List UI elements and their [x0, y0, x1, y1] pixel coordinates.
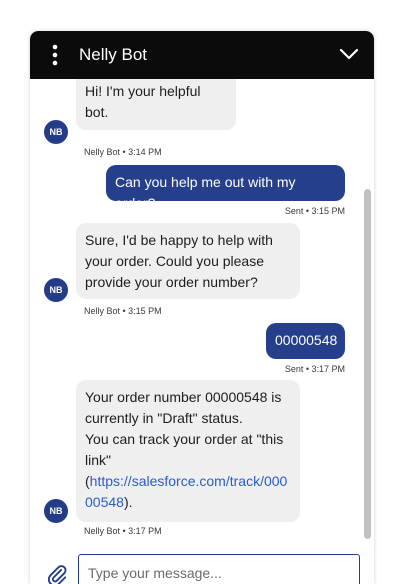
- vertical-dots-icon[interactable]: [46, 43, 64, 67]
- link-suffix: ).: [123, 494, 133, 510]
- tracking-link-cont[interactable]: 00548: [85, 494, 124, 510]
- message-text: 00000548: [275, 332, 338, 348]
- composer: [30, 541, 374, 584]
- message-text: Can you help me out with my order?: [115, 174, 296, 211]
- scrollbar-thumb[interactable]: [364, 189, 371, 539]
- bot-avatar: NB: [44, 278, 68, 302]
- bot-message: Sure, I'd be happy to help with your ord…: [76, 223, 300, 299]
- message-line: Your order number 00000548 is: [85, 389, 282, 405]
- chat-window: Nelly Bot Hi! I'm your helpful bot. NB N…: [30, 31, 374, 584]
- message-link-line: 00548).: [85, 492, 291, 513]
- message-meta: Sent • 3:15 PM: [284, 206, 345, 216]
- message-line: link": [85, 452, 111, 468]
- message-line: Sure, I'd be happy to help with: [85, 232, 273, 248]
- chevron-down-icon[interactable]: [338, 44, 360, 64]
- user-message: Can you help me out with my order?: [106, 165, 345, 211]
- message-text: Hi! I'm your helpful bot.: [85, 83, 201, 120]
- message-line: your order. Could you please: [85, 253, 264, 269]
- bot-avatar: NB: [44, 120, 68, 144]
- chat-header: Nelly Bot: [30, 31, 374, 79]
- message-meta: Nelly Bot • 3:15 PM: [84, 306, 162, 316]
- chat-title: Nelly Bot: [79, 45, 148, 64]
- message-meta: Nelly Bot • 3:14 PM: [84, 147, 162, 157]
- message-list[interactable]: Hi! I'm your helpful bot. NB Nelly Bot •…: [30, 79, 374, 541]
- message-line: You can track your order at "this: [85, 431, 284, 447]
- user-message: 00000548: [266, 323, 345, 359]
- message-line: provide your order number?: [85, 274, 258, 290]
- message-meta: Sent • 3:17 PM: [284, 364, 345, 374]
- paperclip-icon[interactable]: [46, 563, 68, 584]
- message-input[interactable]: [78, 554, 360, 584]
- scrollbar[interactable]: [362, 79, 372, 541]
- tracking-link[interactable]: https://salesforce.com/track/000: [90, 473, 288, 489]
- message-meta: Nelly Bot • 3:17 PM: [84, 526, 162, 536]
- message-line: currently in "Draft" status.: [85, 410, 243, 426]
- bot-message: Hi! I'm your helpful bot.: [76, 79, 236, 130]
- message-link-line: (https://salesforce.com/track/000: [85, 471, 291, 492]
- bot-message: Your order number 00000548 is currently …: [76, 380, 300, 522]
- bot-avatar: NB: [44, 499, 68, 523]
